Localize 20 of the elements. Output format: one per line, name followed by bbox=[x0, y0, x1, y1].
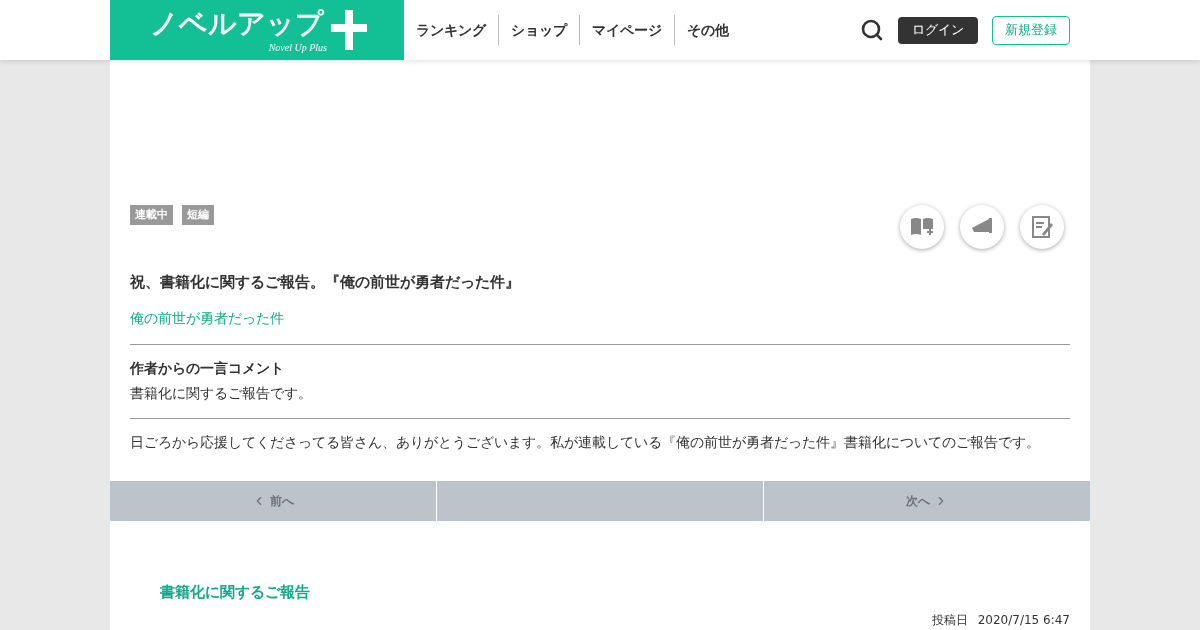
status-tag: 連載中 bbox=[130, 205, 173, 225]
book-plus-icon[interactable] bbox=[900, 205, 944, 249]
post-title: 祝、書籍化に関するご報告。『俺の前世が勇者だった件』 bbox=[130, 272, 521, 293]
comment-text: 書籍化に関するご報告です。 bbox=[130, 383, 313, 403]
logo-title: ノベルアップ bbox=[149, 6, 325, 42]
summary-text: 日ごろから応援してくださってる皆さん、ありがとうございます。私が連載している『俺の前世が勇者だった件』書籍化についてのご報告です。 bbox=[130, 432, 1041, 452]
nav-link[interactable]: ランキング bbox=[404, 15, 499, 45]
comment-heading: 作者からの一言コメント bbox=[130, 358, 285, 378]
date-label: 投稿日 bbox=[931, 612, 968, 629]
note-edit-icon[interactable] bbox=[1020, 205, 1064, 249]
post-date: 2020/7/15 6:47 bbox=[977, 612, 1070, 629]
nav-link[interactable]: マイページ bbox=[580, 15, 675, 45]
nav-link[interactable]: その他 bbox=[675, 15, 741, 45]
search-icon[interactable] bbox=[860, 18, 884, 42]
status-tag: 短編 bbox=[182, 205, 214, 225]
nav-link[interactable]: ショップ bbox=[499, 15, 580, 45]
plus-icon bbox=[331, 10, 367, 50]
episode-title: 書籍化に関するご報告 bbox=[160, 581, 311, 603]
logo-subtitle: Novel Up Plus bbox=[268, 42, 327, 54]
login-button[interactable]: ログイン bbox=[898, 16, 978, 44]
